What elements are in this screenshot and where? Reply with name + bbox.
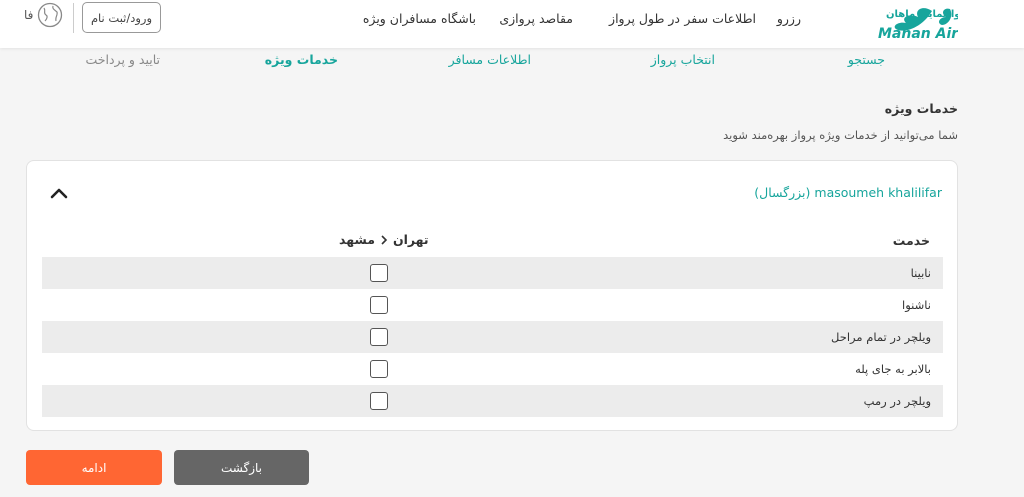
chevron-right-icon <box>381 234 388 245</box>
service-row-lift: بالابر به جای پله <box>42 353 943 385</box>
service-row-wheelchair-ramp: ویلچر در رمپ <box>42 385 943 417</box>
service-row-deaf: ناشنوا <box>42 289 943 321</box>
service-checkbox[interactable] <box>370 296 388 314</box>
passenger-name: masoumeh khalilifar (بزرگسال) <box>754 185 942 200</box>
service-label: ویلچر در تمام مراحل <box>831 330 931 344</box>
service-label: بالابر به جای پله <box>855 362 931 376</box>
service-column-header: خدمت <box>892 233 930 248</box>
service-checkbox[interactable] <box>370 360 388 378</box>
section-title: خدمات ویژه <box>884 101 958 116</box>
nav-frequent-flyer-club[interactable]: باشگاه مسافران ویژه <box>363 11 476 26</box>
nav-travel-info[interactable]: اطلاعات سفر <box>684 11 756 26</box>
route-origin: تهران <box>392 232 429 247</box>
nav-reserve[interactable]: رزرو <box>777 11 801 26</box>
service-label: نابینا <box>910 266 931 280</box>
language-switcher[interactable]: فا <box>24 2 63 28</box>
continue-button[interactable]: ادامه <box>26 450 162 485</box>
step-select-flight[interactable]: انتخاب پرواز <box>651 52 715 67</box>
top-header: هواپیمایی ماهان Mahan Air رزرو اطلاعات س… <box>0 0 1024 48</box>
language-label: فا <box>24 8 34 22</box>
service-checkbox[interactable] <box>370 264 388 282</box>
step-search[interactable]: جستجو <box>848 52 885 67</box>
nav-in-flight[interactable]: در طول پرواز <box>609 11 680 26</box>
service-row-blind: نابینا <box>42 257 943 289</box>
service-label: ناشنوا <box>902 298 931 312</box>
globe-icon <box>38 2 63 28</box>
logo-text-en: Mahan Air <box>878 26 958 42</box>
service-checkbox[interactable] <box>370 328 388 346</box>
section-subtitle: شما می‌توانید از خدمات ویژه پرواز بهره‌م… <box>723 128 958 142</box>
route-column-header: تهران مشهد <box>339 232 429 247</box>
logo-text-fa: هواپیمایی ماهان <box>886 9 958 20</box>
service-checkbox[interactable] <box>370 392 388 410</box>
nav-destinations[interactable]: مقاصد پروازی <box>499 11 573 26</box>
route-destination: مشهد <box>339 232 375 247</box>
chevron-up-icon[interactable] <box>49 185 69 201</box>
mahan-air-logo[interactable]: هواپیمایی ماهان Mahan Air <box>828 3 958 43</box>
service-row-wheelchair-all: ویلچر در تمام مراحل <box>42 321 943 353</box>
step-passenger-info[interactable]: اطلاعات مسافر <box>449 52 531 67</box>
header-divider <box>73 3 74 33</box>
login-register-button[interactable]: ورود/ثبت نام <box>82 2 161 33</box>
passenger-services-card: masoumeh khalilifar (بزرگسال) خدمت تهران… <box>26 160 958 431</box>
step-special-services: خدمات ویژه <box>264 52 338 67</box>
back-button[interactable]: بازگشت <box>174 450 309 485</box>
step-confirm-payment: تایید و پرداخت <box>85 52 161 67</box>
service-label: ویلچر در رمپ <box>863 394 931 408</box>
